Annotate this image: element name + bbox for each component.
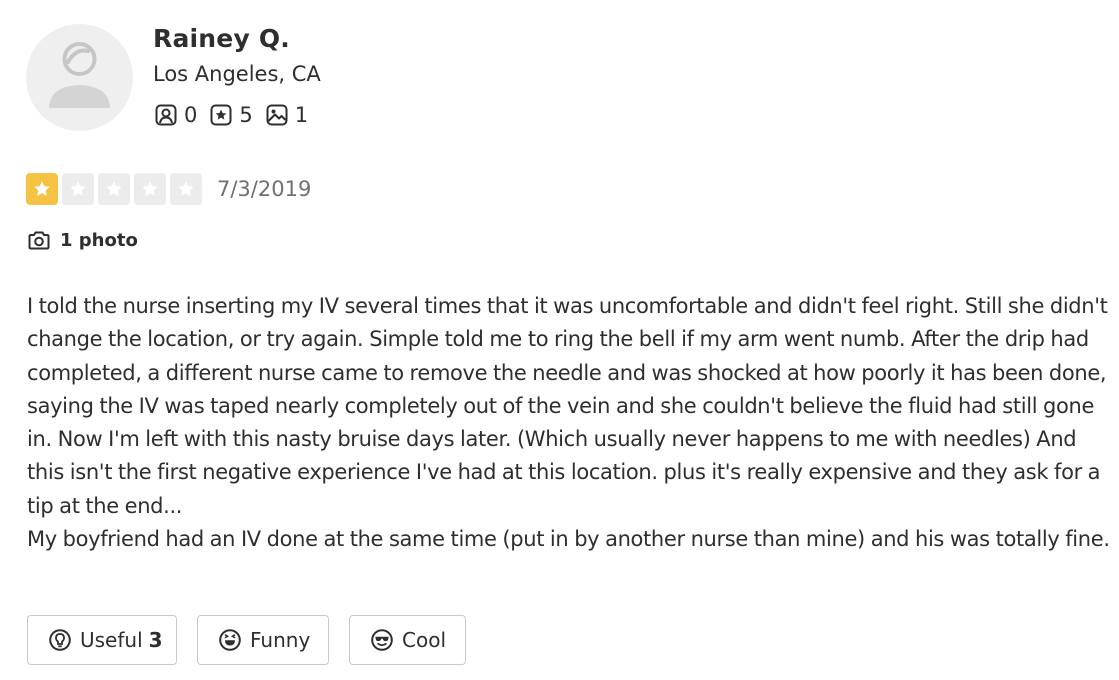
funny-label: Funny (250, 628, 311, 652)
star-icon (106, 181, 122, 196)
photos-stat: 1 (265, 103, 308, 127)
useful-count: 3 (148, 628, 163, 652)
star-rating (26, 173, 206, 205)
star-empty (134, 173, 166, 205)
review-date: 7/3/2019 (217, 177, 312, 201)
user-stats: 0 5 1 (154, 103, 320, 127)
user-name[interactable]: Rainey Q. (153, 24, 290, 53)
star-icon (178, 181, 194, 196)
friends-count: 0 (184, 103, 198, 127)
star-empty (62, 173, 94, 205)
star-filled (26, 173, 58, 205)
useful-label: Useful (80, 628, 143, 652)
review-text: I told the nurse inserting my IV several… (27, 294, 1110, 552)
cool-button[interactable]: Cool (349, 615, 466, 665)
star-icon (70, 181, 86, 196)
sunglasses-face-icon (370, 628, 394, 652)
photo-link-label: 1 photo (60, 229, 138, 251)
avatar[interactable] (26, 24, 133, 131)
laughing-face-icon (218, 628, 242, 652)
star-icon (142, 181, 158, 196)
friends-stat: 0 (154, 103, 197, 127)
star-empty (98, 173, 130, 205)
camera-icon (27, 228, 51, 252)
useful-button[interactable]: Useful 3 (27, 615, 177, 665)
photo-link[interactable]: 1 photo (27, 228, 138, 252)
funny-button[interactable]: Funny (197, 615, 329, 665)
cool-label: Cool (402, 628, 446, 652)
user-location: Los Angeles, CA (153, 62, 321, 86)
review-star-icon (209, 103, 233, 127)
star-icon (34, 181, 50, 196)
lightbulb-icon (48, 628, 72, 652)
friends-icon (154, 103, 178, 127)
default-user-icon (49, 42, 110, 108)
photos-count: 1 (294, 103, 309, 127)
reaction-buttons: Useful 3 Funny Cool (27, 615, 486, 665)
reviews-stat: 5 (209, 103, 253, 127)
star-empty (170, 173, 202, 205)
rating-row: 7/3/2019 (26, 173, 311, 205)
reviews-count: 5 (239, 103, 253, 127)
photo-icon (265, 103, 289, 127)
